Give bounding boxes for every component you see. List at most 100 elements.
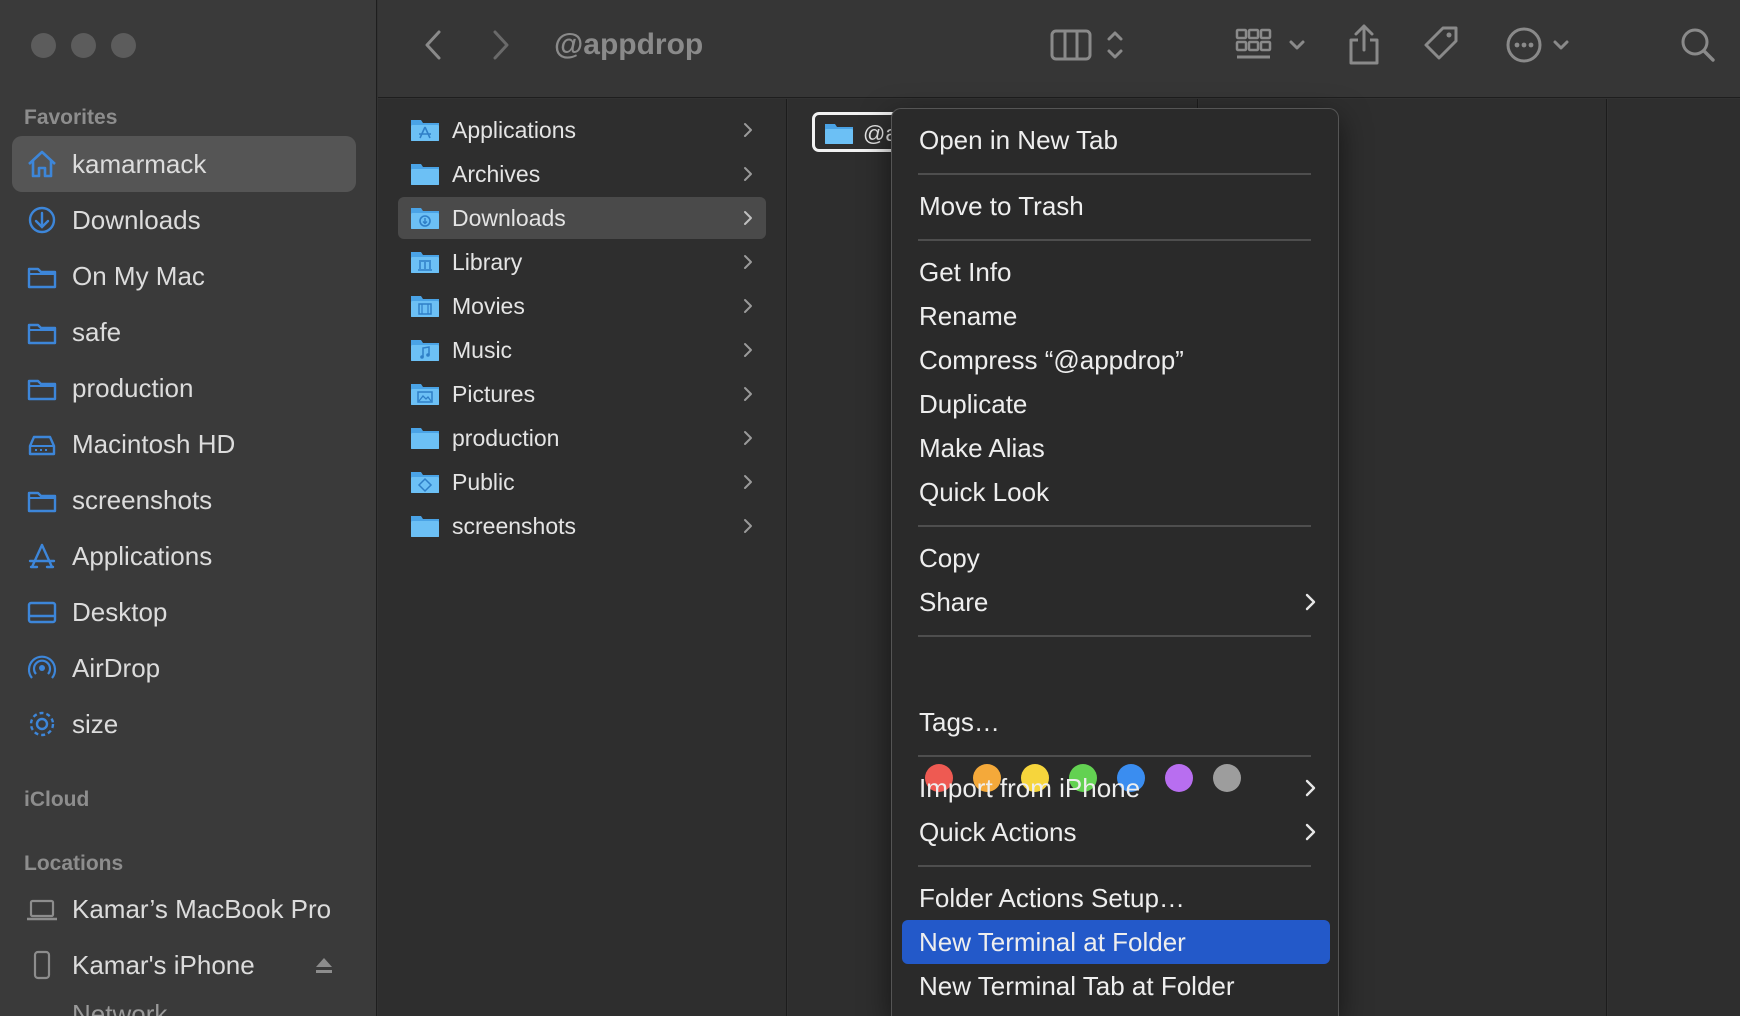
folder-icon: [411, 516, 439, 537]
folder-row-public[interactable]: Public: [398, 461, 766, 503]
more-actions-icon[interactable]: [1504, 22, 1570, 68]
sidebar-item-macintosh-hd[interactable]: Macintosh HD: [12, 416, 356, 472]
chevron-right-icon: [744, 343, 752, 357]
chevron-right-icon: [744, 255, 752, 269]
folder-row-pictures[interactable]: Pictures: [398, 373, 766, 415]
folder-row-downloads[interactable]: Downloads: [398, 197, 766, 239]
sidebar-item-kamarmack[interactable]: kamarmack: [12, 136, 356, 192]
sidebar-item-label: AirDrop: [72, 652, 161, 683]
chevron-right-icon: [744, 211, 752, 225]
menu-item-quick-look[interactable]: Quick Look: [902, 470, 1330, 514]
sidebar-item-label: size: [72, 708, 119, 739]
sidebar-item-applications[interactable]: Applications: [12, 528, 356, 584]
menu-item-label: Tags…: [919, 707, 1000, 737]
minimize-window-button[interactable]: [71, 33, 96, 58]
sidebar-item-label: safe: [72, 316, 122, 347]
menu-item-label: Open in New Tab: [919, 125, 1118, 155]
drive-icon: [28, 435, 56, 456]
sidebar-item-label: On My Mac: [72, 260, 205, 291]
menu-item-label: Folder Actions Setup…: [919, 883, 1185, 913]
menu-item-duplicate[interactable]: Duplicate: [902, 382, 1330, 426]
menu-item-label: Get Info: [919, 257, 1012, 287]
sidebar-item-airdrop[interactable]: AirDrop: [12, 640, 356, 696]
chevron-right-icon: [744, 475, 752, 489]
eject-icon[interactable]: [314, 955, 334, 975]
menu-item-share[interactable]: Share: [902, 580, 1330, 624]
menu-item-move-to-trash[interactable]: Move to Trash: [902, 184, 1330, 228]
menu-item-label: Make Alias: [919, 433, 1045, 463]
column-preview: [1608, 99, 1740, 1016]
column-home: Applications Archives Downloads Library …: [378, 99, 787, 1016]
folder-row-label: Archives: [452, 161, 541, 187]
sidebar-item-iphone[interactable]: Kamar's iPhone: [12, 937, 356, 993]
sidebar-item-label: Desktop: [72, 596, 168, 627]
sidebar-item-label: Kamar’s MacBook Pro: [72, 893, 332, 924]
folder-icon: [27, 379, 57, 401]
sidebar-item-network[interactable]: Network: [12, 993, 356, 1016]
menu-item-rename[interactable]: Rename: [902, 294, 1330, 338]
folder-row-archives[interactable]: Archives: [398, 153, 766, 195]
menu-item-new-terminal-tab-at-folder[interactable]: New Terminal Tab at Folder: [902, 964, 1330, 1008]
zoom-window-button[interactable]: [111, 33, 136, 58]
airdrop-icon: [27, 655, 57, 679]
applications-icon: [28, 543, 56, 569]
column-view-icon[interactable]: [1050, 22, 1134, 68]
menu-item-get-info[interactable]: Get Info: [902, 250, 1330, 294]
sidebar-item-safe[interactable]: safe: [12, 304, 356, 360]
chevron-right-icon: [1305, 779, 1316, 797]
sidebar-item-production[interactable]: production: [12, 360, 356, 416]
sidebar-item-macbook-pro[interactable]: Kamar’s MacBook Pro: [12, 881, 356, 937]
menu-item-quick-actions[interactable]: Quick Actions: [902, 810, 1330, 854]
sidebar-item-on-my-mac[interactable]: On My Mac: [12, 248, 356, 304]
chevron-right-icon: [744, 519, 752, 533]
sidebar-item-desktop[interactable]: Desktop: [12, 584, 356, 640]
menu-item-compress[interactable]: Compress “@appdrop”: [902, 338, 1330, 382]
folder-row-screenshots[interactable]: screenshots: [398, 505, 766, 547]
menu-item-label: Copy: [919, 543, 980, 573]
folder-row-music[interactable]: Music: [398, 329, 766, 371]
context-menu: Open in New Tab Move to Trash Get Info R…: [891, 108, 1339, 1016]
close-window-button[interactable]: [31, 33, 56, 58]
back-chevron-icon[interactable]: [420, 22, 446, 68]
sidebar-section-icloud: iCloud: [24, 788, 90, 811]
sidebar-item-label: Downloads: [72, 204, 201, 235]
folder-row-label: Movies: [452, 293, 525, 319]
menu-item-import-from-iphone[interactable]: Import from iPhone: [902, 766, 1330, 810]
menu-item-label: Duplicate: [919, 389, 1028, 419]
sidebar-item-downloads[interactable]: Downloads: [12, 192, 356, 248]
library-folder-icon: [411, 252, 439, 273]
sidebar: Favorites kamarmack Downloads On My Mac …: [0, 0, 377, 1016]
chevron-right-icon: [744, 387, 752, 401]
group-by-icon[interactable]: [1235, 22, 1307, 68]
sidebar-item-screenshots[interactable]: screenshots: [12, 472, 356, 528]
phone-icon: [33, 950, 51, 980]
folder-row-library[interactable]: Library: [398, 241, 766, 283]
menu-item-copy[interactable]: Copy: [902, 536, 1330, 580]
menu-item-make-alias[interactable]: Make Alias: [902, 426, 1330, 470]
menu-item-folder-actions-setup[interactable]: Folder Actions Setup…: [902, 876, 1330, 920]
tag-icon[interactable]: [1420, 22, 1462, 68]
sidebar-item-label: Network: [72, 999, 168, 1016]
share-icon[interactable]: [1346, 22, 1382, 68]
pictures-folder-icon: [411, 384, 439, 405]
window-title: @appdrop: [554, 28, 704, 61]
folder-row-production[interactable]: production: [398, 417, 766, 459]
chevron-right-icon: [744, 167, 752, 181]
menu-item-tags[interactable]: Tags…: [902, 700, 1330, 744]
forward-chevron-icon[interactable]: [488, 22, 514, 68]
search-icon[interactable]: [1678, 22, 1718, 68]
folder-row-applications[interactable]: Applications: [398, 109, 766, 151]
sidebar-item-label: production: [72, 372, 194, 403]
folder-row-label: Applications: [452, 117, 577, 143]
menu-item-label: Share: [919, 587, 989, 617]
menu-item-open-in-new-tab[interactable]: Open in New Tab: [902, 118, 1330, 162]
folder-row-label: Downloads: [452, 205, 566, 231]
sidebar-section-favorites: Favorites: [24, 106, 118, 129]
menu-separator: [918, 239, 1311, 241]
menu-item-new-terminal-at-folder[interactable]: New Terminal at Folder: [902, 920, 1330, 964]
folder-row-movies[interactable]: Movies: [398, 285, 766, 327]
sidebar-item-size[interactable]: size: [12, 696, 356, 752]
menu-item-label: Quick Look: [919, 477, 1050, 507]
applications-folder-icon: [411, 120, 439, 141]
menu-separator: [918, 173, 1311, 175]
